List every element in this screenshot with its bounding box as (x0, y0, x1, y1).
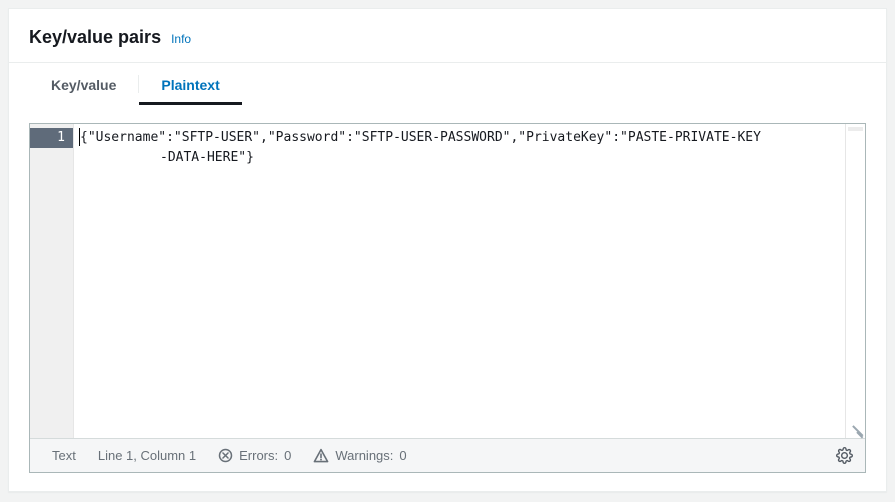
errors-label: Errors: (239, 448, 278, 463)
line-number: 1 (30, 128, 73, 148)
error-icon (218, 448, 233, 463)
warning-icon (313, 448, 329, 464)
status-mode: Text (38, 448, 76, 463)
code-content[interactable]: {"Username":"SFTP-USER","Password":"SFTP… (74, 124, 845, 438)
text-caret (79, 128, 80, 146)
key-value-pairs-panel: Key/value pairs Info Key/value Plaintext… (8, 8, 887, 492)
tabs: Key/value Plaintext (9, 63, 886, 105)
panel-header: Key/value pairs Info (9, 9, 886, 63)
wrapped-line: -DATA-HERE"} (80, 148, 254, 168)
editor-status-bar: Text Line 1, Column 1 Errors: 0 Warnings… (30, 438, 865, 472)
errors-count: 0 (284, 448, 291, 463)
code-area[interactable]: {"Username":"SFTP-USER","Password":"SFTP… (74, 124, 845, 438)
mini-map[interactable] (845, 124, 865, 438)
warnings-count: 0 (399, 448, 406, 463)
info-link[interactable]: Info (171, 32, 191, 46)
code-editor: 1 {"Username":"SFTP-USER","Password":"SF… (29, 123, 866, 473)
editor-body: 1 {"Username":"SFTP-USER","Password":"SF… (30, 124, 865, 438)
tab-key-value[interactable]: Key/value (29, 63, 138, 105)
gear-icon (836, 447, 853, 464)
warnings-label: Warnings: (335, 448, 393, 463)
status-errors[interactable]: Errors: 0 (218, 448, 291, 463)
editor-settings-button[interactable] (831, 443, 857, 469)
tab-plaintext[interactable]: Plaintext (139, 63, 241, 105)
line-number-gutter: 1 (30, 124, 74, 438)
status-warnings[interactable]: Warnings: 0 (313, 448, 406, 464)
panel-title: Key/value pairs (29, 27, 161, 48)
status-cursor-position: Line 1, Column 1 (98, 448, 196, 463)
